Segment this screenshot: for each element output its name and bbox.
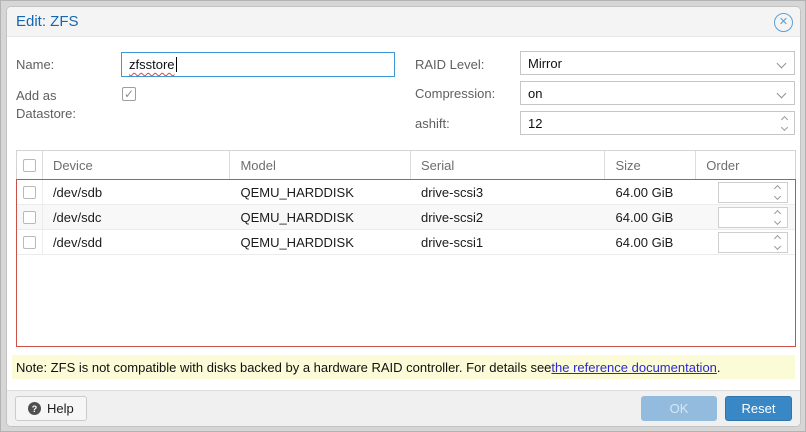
edit-zfs-dialog: Edit: ZFS ✕ Name: zfsstore Add as Datast…	[6, 6, 801, 427]
serial-cell: drive-scsi1	[411, 230, 606, 254]
reset-button-label: Reset	[742, 401, 776, 416]
spinner-down-icon[interactable]	[774, 192, 781, 199]
device-cell: /dev/sdd	[43, 230, 231, 254]
spinner-down-icon[interactable]	[774, 242, 781, 249]
chevron-down-icon	[777, 59, 787, 69]
help-button-label: Help	[47, 401, 74, 416]
serial-cell: drive-scsi2	[411, 205, 606, 229]
select-all-checkbox[interactable]	[23, 159, 36, 172]
table-row[interactable]: /dev/sdd QEMU_HARDDISK drive-scsi1 64.00…	[17, 230, 795, 255]
note-bar: Note: ZFS is not compatible with disks b…	[12, 355, 795, 379]
check-icon: ✓	[124, 87, 134, 101]
reset-button[interactable]: Reset	[725, 396, 792, 421]
titlebar: Edit: ZFS ✕	[7, 7, 800, 37]
note-suffix: .	[717, 360, 721, 375]
text-caret	[176, 57, 177, 72]
close-icon[interactable]: ✕	[774, 13, 793, 32]
table-row[interactable]: /dev/sdc QEMU_HARDDISK drive-scsi2 64.00…	[17, 205, 795, 230]
spinner-up-icon[interactable]	[774, 184, 781, 191]
note-text: Note: ZFS is not compatible with disks b…	[16, 360, 551, 375]
column-header-order[interactable]: Order	[696, 151, 795, 179]
window-frame: Edit: ZFS ✕ Name: zfsstore Add as Datast…	[0, 0, 806, 432]
add-as-datastore-checkbox[interactable]: ✓	[122, 87, 136, 101]
row-checkbox[interactable]	[23, 236, 36, 249]
size-cell: 64.00 GiB	[605, 180, 696, 204]
chevron-down-icon	[777, 89, 787, 99]
help-button[interactable]: ? Help	[15, 396, 87, 421]
model-cell: QEMU_HARDDISK	[230, 230, 411, 254]
compression-value: on	[528, 86, 542, 101]
ashift-spinner[interactable]: 12	[520, 111, 795, 135]
close-glyph: ✕	[779, 17, 788, 28]
row-checkbox[interactable]	[23, 186, 36, 199]
model-cell: QEMU_HARDDISK	[230, 205, 411, 229]
row-checkbox[interactable]	[23, 211, 36, 224]
row-checkbox-cell	[17, 205, 43, 229]
spinner-down-icon[interactable]	[781, 123, 788, 130]
ashift-label: ashift:	[415, 116, 450, 131]
spinner-down-icon[interactable]	[774, 217, 781, 224]
device-cell: /dev/sdb	[43, 180, 231, 204]
select-all-cell	[17, 151, 43, 179]
row-checkbox-cell	[17, 230, 43, 254]
order-cell	[696, 230, 795, 254]
spinner-up-icon[interactable]	[774, 209, 781, 216]
compression-label: Compression:	[415, 86, 495, 101]
order-cell	[696, 180, 795, 204]
name-label: Name:	[16, 57, 54, 72]
grid-body: /dev/sdb QEMU_HARDDISK drive-scsi3 64.00…	[16, 179, 796, 347]
add-as-datastore-label: Add as Datastore:	[16, 87, 98, 123]
disk-grid: Device Model Serial Size Order /dev/sdb …	[16, 150, 796, 347]
compression-select[interactable]: on	[520, 81, 795, 105]
order-spinner[interactable]	[718, 182, 788, 203]
grid-header: Device Model Serial Size Order	[16, 150, 796, 179]
order-spinner[interactable]	[718, 207, 788, 228]
reference-documentation-link[interactable]: the reference documentation	[551, 360, 717, 375]
page-title: Edit: ZFS	[16, 13, 79, 30]
serial-cell: drive-scsi3	[411, 180, 606, 204]
table-row[interactable]: /dev/sdb QEMU_HARDDISK drive-scsi3 64.00…	[17, 180, 795, 205]
order-spinner[interactable]	[718, 232, 788, 253]
raid-level-label: RAID Level:	[415, 57, 484, 72]
order-cell	[696, 205, 795, 229]
name-input[interactable]: zfsstore	[121, 52, 395, 77]
model-cell: QEMU_HARDDISK	[230, 180, 411, 204]
raid-level-select[interactable]: Mirror	[520, 51, 795, 75]
column-header-device[interactable]: Device	[43, 151, 231, 179]
column-header-serial[interactable]: Serial	[411, 151, 606, 179]
footer-toolbar: ? Help OK Reset	[7, 390, 800, 426]
size-cell: 64.00 GiB	[605, 230, 696, 254]
column-header-size[interactable]: Size	[605, 151, 696, 179]
device-cell: /dev/sdc	[43, 205, 231, 229]
row-checkbox-cell	[17, 180, 43, 204]
raid-level-value: Mirror	[528, 56, 562, 71]
ok-button-label: OK	[670, 401, 689, 416]
column-header-model[interactable]: Model	[230, 151, 411, 179]
help-icon: ?	[28, 402, 41, 415]
ashift-value: 12	[528, 116, 542, 131]
name-value: zfsstore	[129, 57, 175, 72]
spinner-up-icon[interactable]	[774, 234, 781, 241]
ok-button[interactable]: OK	[641, 396, 717, 421]
size-cell: 64.00 GiB	[605, 205, 696, 229]
spinner-up-icon[interactable]	[781, 115, 788, 122]
